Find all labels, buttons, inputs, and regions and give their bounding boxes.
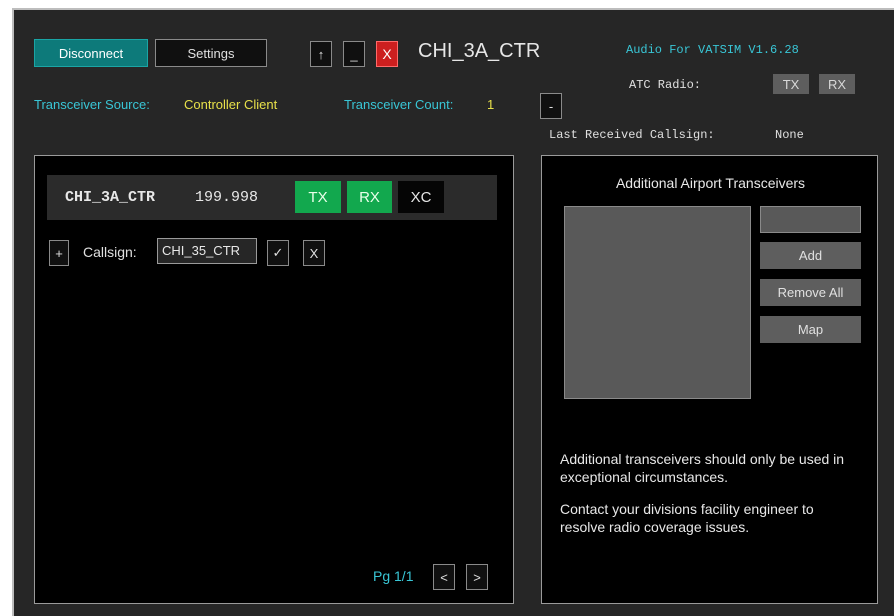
settings-button[interactable]: Settings — [155, 39, 267, 67]
callsign-label: Callsign: — [83, 244, 137, 260]
last-received-label: Last Received Callsign: — [549, 128, 715, 142]
transceiver-count-value: 1 — [487, 97, 495, 112]
station-name: CHI_3A_CTR — [65, 189, 156, 206]
app-version: Audio For VATSIM V1.6.28 — [626, 43, 799, 57]
window-title-callsign: CHI_3A_CTR — [418, 40, 541, 62]
station-row: CHI_3A_CTR 199.998 TX RX XC — [47, 175, 497, 220]
minimize-button[interactable]: _ — [343, 41, 365, 67]
atc-radio-tx-indicator: TX — [773, 74, 809, 94]
station-frequency: 199.998 — [195, 189, 259, 206]
confirm-callsign-button[interactable]: ✓ — [267, 240, 289, 266]
callsign-input[interactable]: CHI_35_CTR — [157, 238, 257, 264]
atc-radio-label: ATC Radio: — [629, 78, 702, 92]
station-panel: CHI_3A_CTR 199.998 TX RX XC + Callsign: … — [34, 155, 514, 604]
airport-transceiver-input[interactable] — [760, 206, 861, 233]
collapse-button[interactable]: - — [540, 93, 562, 119]
airport-transceivers-title: Additional Airport Transceivers — [615, 175, 806, 191]
transceiver-source-label: Transceiver Source: — [34, 97, 150, 112]
airport-note-contact: Contact your divisions facility engineer… — [560, 501, 814, 535]
page-indicator: Pg 1/1 — [373, 568, 414, 584]
transceiver-count-label: Transceiver Count: — [344, 97, 454, 112]
airport-note-exceptional: Additional transceivers should only be u… — [560, 451, 845, 485]
always-on-top-button[interactable]: ↑ — [310, 41, 332, 67]
last-received-value: None — [775, 128, 804, 142]
station-rx-toggle[interactable]: RX — [347, 181, 392, 213]
previous-page-button[interactable]: < — [433, 564, 455, 590]
remove-all-button[interactable]: Remove All — [760, 279, 861, 306]
cancel-callsign-button[interactable]: X — [303, 240, 325, 266]
map-button[interactable]: Map — [760, 316, 861, 343]
station-tx-toggle[interactable]: TX — [295, 181, 341, 213]
disconnect-button[interactable]: Disconnect — [34, 39, 148, 67]
add-airport-button[interactable]: Add — [760, 242, 861, 269]
app-window: Disconnect Settings ↑ _ X CHI_3A_CTR Aud… — [12, 8, 894, 616]
atc-radio-rx-indicator: RX — [819, 74, 855, 94]
station-xc-toggle[interactable]: XC — [398, 181, 444, 213]
airport-transceivers-panel: Additional Airport Transceivers Add Remo… — [541, 155, 878, 604]
transceiver-source-value: Controller Client — [184, 97, 278, 112]
airport-transceiver-list[interactable] — [564, 206, 751, 399]
close-button[interactable]: X — [376, 41, 398, 67]
add-station-button[interactable]: + — [49, 240, 69, 266]
next-page-button[interactable]: > — [466, 564, 488, 590]
